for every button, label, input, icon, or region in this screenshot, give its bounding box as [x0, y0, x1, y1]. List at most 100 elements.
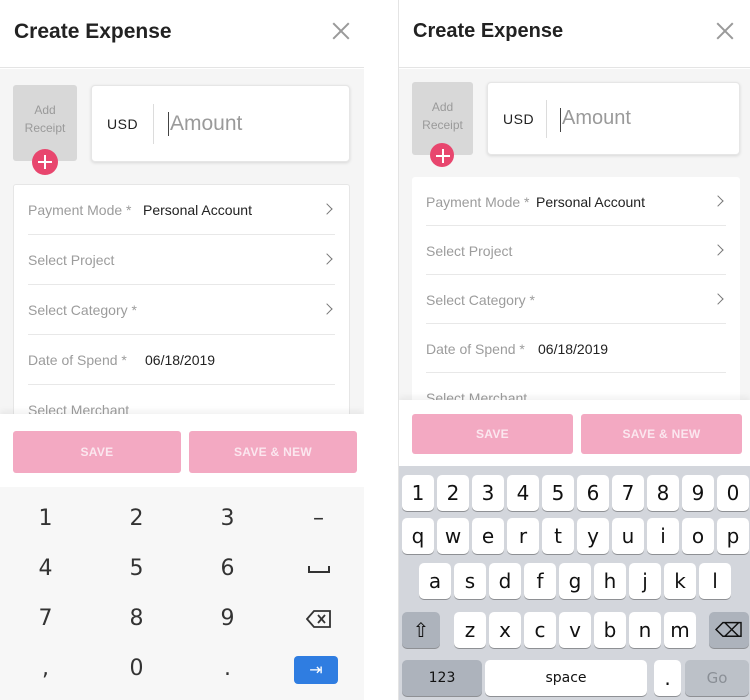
key-comma[interactable]: ,: [0, 644, 91, 694]
amount-field[interactable]: USD Amount: [91, 85, 350, 162]
project-label: Select Project: [426, 243, 513, 259]
key-f[interactable]: f: [524, 563, 556, 599]
currency-label[interactable]: USD: [107, 116, 138, 132]
chevron-right-icon: [321, 203, 333, 215]
amount-input[interactable]: Amount: [562, 107, 631, 130]
select-project-row[interactable]: Select Project: [426, 226, 726, 275]
ios-keyboard: 1 2 3 4 5 6 7 8 9 0 q w e r t y u i o p …: [399, 466, 750, 700]
delete-icon: ⌫: [714, 618, 744, 642]
key-e[interactable]: e: [472, 518, 504, 554]
expense-form-card: Payment Mode * Personal Account Select P…: [13, 184, 350, 444]
key-z[interactable]: z: [454, 612, 486, 648]
key-a[interactable]: a: [419, 563, 451, 599]
key-7[interactable]: 7: [0, 594, 91, 644]
save-button[interactable]: SAVE: [412, 414, 573, 454]
key-n[interactable]: n: [629, 612, 661, 648]
date-of-spend-row[interactable]: Date of Spend * 06/18/2019: [28, 335, 335, 385]
payment-mode-row[interactable]: Payment Mode * Personal Account: [28, 185, 335, 235]
key-p[interactable]: p: [717, 518, 749, 554]
add-receipt-label: Add Receipt: [422, 100, 463, 132]
go-key[interactable]: Go: [685, 660, 749, 696]
key-k[interactable]: k: [664, 563, 696, 599]
key-1[interactable]: 1: [402, 475, 434, 511]
payment-mode-label: Payment Mode *: [28, 202, 132, 218]
key-j[interactable]: j: [629, 563, 661, 599]
key-m[interactable]: m: [664, 612, 696, 648]
space-key[interactable]: [273, 544, 364, 594]
key-q[interactable]: q: [402, 518, 434, 554]
key-2[interactable]: 2: [437, 475, 469, 511]
key-3[interactable]: 3: [472, 475, 504, 511]
header: Create Expense: [0, 0, 364, 68]
date-label: Date of Spend *: [28, 352, 127, 368]
key-period[interactable]: .: [654, 660, 681, 696]
space-icon: [307, 566, 330, 573]
key-s[interactable]: s: [454, 563, 486, 599]
key-4[interactable]: 4: [507, 475, 539, 511]
date-of-spend-row[interactable]: Date of Spend * 06/18/2019: [426, 324, 726, 373]
chevron-right-icon: [321, 303, 333, 315]
plus-icon[interactable]: [430, 143, 454, 167]
key-c[interactable]: c: [524, 612, 556, 648]
chevron-right-icon: [712, 293, 724, 305]
key-l[interactable]: l: [699, 563, 731, 599]
key-i[interactable]: i: [647, 518, 679, 554]
key-t[interactable]: t: [542, 518, 574, 554]
add-receipt-label: Add Receipt: [24, 103, 66, 135]
key-w[interactable]: w: [437, 518, 469, 554]
key-8[interactable]: 8: [647, 475, 679, 511]
key-9[interactable]: 9: [182, 594, 273, 644]
key-minus[interactable]: –: [273, 494, 364, 544]
key-o[interactable]: o: [682, 518, 714, 554]
key-y[interactable]: y: [577, 518, 609, 554]
key-8[interactable]: 8: [91, 594, 182, 644]
delete-key[interactable]: ⌫: [709, 612, 749, 648]
key-h[interactable]: h: [594, 563, 626, 599]
key-period[interactable]: .: [182, 644, 273, 694]
payment-mode-value: Personal Account: [143, 202, 252, 218]
key-3[interactable]: 3: [182, 494, 273, 544]
action-bar: SAVE SAVE & NEW: [399, 400, 750, 466]
key-x[interactable]: x: [489, 612, 521, 648]
amount-input[interactable]: Amount: [170, 112, 242, 136]
select-category-row[interactable]: Select Category *: [28, 285, 335, 335]
key-r[interactable]: r: [507, 518, 539, 554]
shift-key[interactable]: ⇧: [402, 612, 440, 648]
payment-mode-row[interactable]: Payment Mode * Personal Account: [426, 177, 726, 226]
key-b[interactable]: b: [594, 612, 626, 648]
key-u[interactable]: u: [612, 518, 644, 554]
key-7[interactable]: 7: [612, 475, 644, 511]
backspace-key[interactable]: [273, 594, 364, 644]
next-field-key[interactable]: ⇥: [273, 644, 364, 694]
key-6[interactable]: 6: [182, 544, 273, 594]
date-value: 06/18/2019: [145, 352, 216, 368]
payment-mode-label: Payment Mode *: [426, 194, 530, 210]
category-label: Select Category *: [426, 292, 535, 308]
android-screen: Create Expense Add Receipt USD Amount Pa…: [0, 0, 364, 700]
key-d[interactable]: d: [489, 563, 521, 599]
close-icon[interactable]: [716, 22, 734, 40]
save-and-new-button[interactable]: SAVE & NEW: [581, 414, 742, 454]
key-v[interactable]: v: [559, 612, 591, 648]
save-and-new-button[interactable]: SAVE & NEW: [189, 431, 357, 473]
space-key[interactable]: space: [485, 660, 647, 696]
key-6[interactable]: 6: [577, 475, 609, 511]
date-value: 06/18/2019: [538, 341, 609, 357]
key-5[interactable]: 5: [91, 544, 182, 594]
key-1[interactable]: 1: [0, 494, 91, 544]
save-button[interactable]: SAVE: [13, 431, 181, 473]
currency-label[interactable]: USD: [503, 111, 534, 127]
key-0[interactable]: 0: [717, 475, 749, 511]
numbers-key[interactable]: 123: [402, 660, 482, 696]
key-g[interactable]: g: [559, 563, 591, 599]
key-0[interactable]: 0: [91, 644, 182, 694]
plus-icon[interactable]: [32, 149, 58, 175]
key-9[interactable]: 9: [682, 475, 714, 511]
amount-field[interactable]: USD Amount: [487, 82, 740, 155]
key-5[interactable]: 5: [542, 475, 574, 511]
key-4[interactable]: 4: [0, 544, 91, 594]
select-category-row[interactable]: Select Category *: [426, 275, 726, 324]
key-2[interactable]: 2: [91, 494, 182, 544]
select-project-row[interactable]: Select Project: [28, 235, 335, 285]
close-icon[interactable]: [332, 22, 350, 40]
